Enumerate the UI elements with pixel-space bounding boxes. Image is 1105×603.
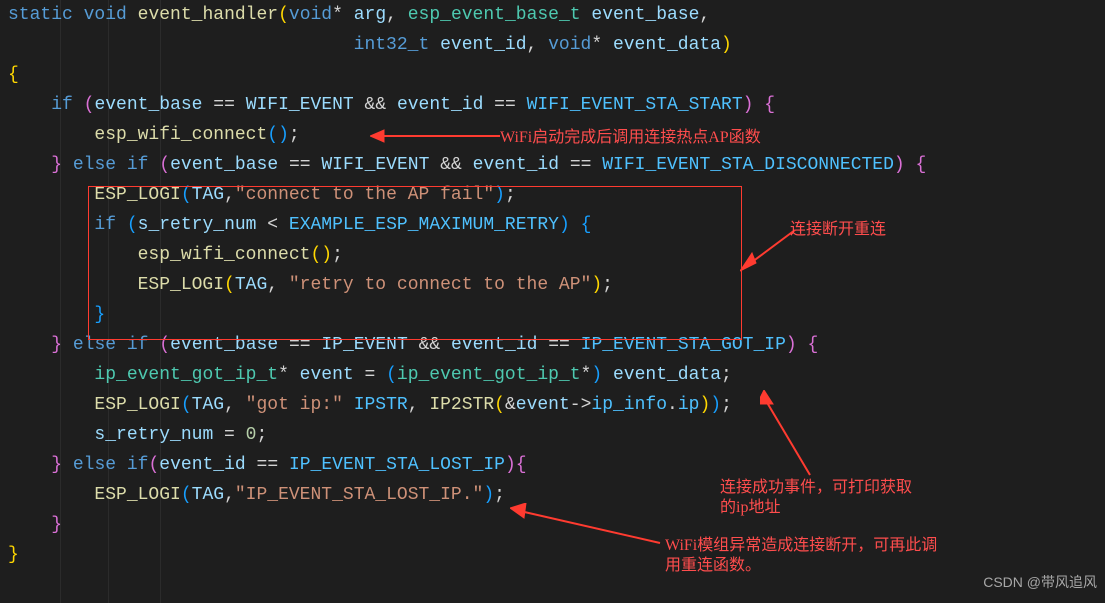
annotation-wifi-start: WiFi启动完成后调用连接热点AP函数 <box>500 128 761 148</box>
code-line: { <box>0 60 1105 90</box>
watermark: CSDN @带风追风 <box>983 567 1097 597</box>
code-line: } else if (event_base == WIFI_EVENT && e… <box>0 150 1105 180</box>
code-line: ESP_LOGI(TAG, "got ip:" IPSTR, IP2STR(&e… <box>0 390 1105 420</box>
code-line: static void event_handler(void* arg, esp… <box>0 0 1105 30</box>
code-line: if (event_base == WIFI_EVENT && event_id… <box>0 90 1105 120</box>
annotation-lost-ip: WiFi模组异常造成连接断开，可再此调 用重连函数。 <box>665 536 937 576</box>
arrow-wifi-start <box>370 126 500 146</box>
code-line: } else if(event_id == IP_EVENT_STA_LOST_… <box>0 450 1105 480</box>
code-line: ip_event_got_ip_t* event = (ip_event_got… <box>0 360 1105 390</box>
code-line: int32_t event_id, void* event_data) <box>0 30 1105 60</box>
highlight-box-reconnect <box>88 186 742 340</box>
arrow-got-ip <box>760 390 820 485</box>
code-line: s_retry_num = 0; <box>0 420 1105 450</box>
annotation-got-ip: 连接成功事件，可打印获取 的ip地址 <box>720 478 912 518</box>
annotation-reconnect: 连接断开重连 <box>790 220 886 240</box>
arrow-lost-ip <box>510 503 665 553</box>
